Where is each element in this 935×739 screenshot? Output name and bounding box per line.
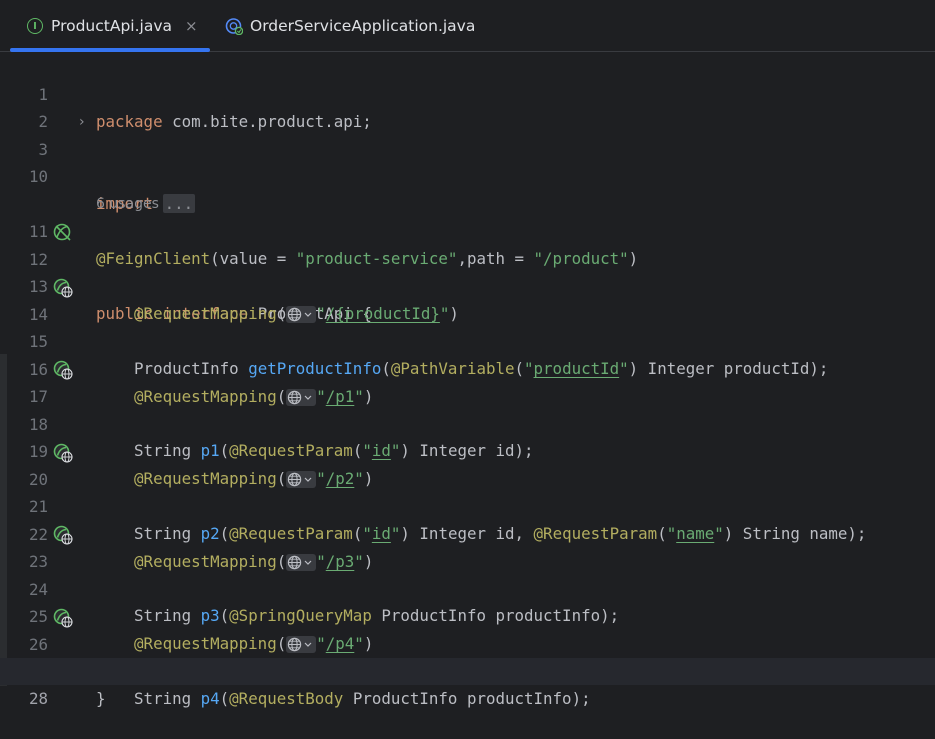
code-line: 15 <box>0 301 935 351</box>
annotation: @RequestBody <box>229 689 344 708</box>
endpoint-bean-icon[interactable] <box>53 278 73 298</box>
code-line: 11 @FeignClient(value = "product-service… <box>0 191 935 268</box>
code-text: ( <box>219 689 230 708</box>
tab-label: ProductApi.java <box>51 17 173 35</box>
code-line: 3 › import ... <box>0 109 935 213</box>
code-line: 12 public interface ProductApi { <box>0 219 935 323</box>
endpoint-bean-icon[interactable] <box>53 608 73 628</box>
code-line: 23 String p3(@SpringQueryMap ProductInfo… <box>0 521 935 625</box>
code-line: 17 String p1(@RequestParam("id") Integer… <box>0 356 935 460</box>
code-line: 20 String p2(@RequestParam("id") Integer… <box>0 439 935 543</box>
editor-tab-bar: I ProductApi.java × OrderServiceApplicat… <box>0 0 935 52</box>
tab-orderserviceapplication[interactable]: OrderServiceApplication.java <box>225 0 475 52</box>
code-line: 16 @RequestMapping("/p1") <box>0 329 935 406</box>
code-line: 2 <box>0 81 935 131</box>
endpoint-bean-icon[interactable] <box>53 360 73 380</box>
fold-expand-icon[interactable]: › <box>79 109 85 136</box>
code-text: String <box>134 689 201 708</box>
code-line: 27 } <box>0 631 935 708</box>
code-line: 19 @RequestMapping("/p2") <box>0 411 935 488</box>
line-number: 28 <box>28 689 48 708</box>
code-line: 18 <box>0 384 935 434</box>
current-line[interactable]: 28 <box>0 658 935 708</box>
code-line: 6 usages <box>0 164 935 212</box>
code-text: ProductInfo productInfo); <box>343 689 591 708</box>
closing-brace: } <box>96 689 106 708</box>
method-name: p4 <box>200 689 220 708</box>
close-icon[interactable]: × <box>185 17 198 35</box>
endpoint-bean-icon[interactable] <box>53 443 73 463</box>
code-line: 22 @RequestMapping("/p3") <box>0 494 935 571</box>
code-line: 24 <box>0 549 935 599</box>
tab-label: OrderServiceApplication.java <box>250 17 476 35</box>
code-line: 25 @RequestMapping("/p4") <box>0 576 935 653</box>
code-line: 14 ProductInfo getProductInfo(@PathVaria… <box>0 274 935 378</box>
code-line: 1 package com.bite.product.api; <box>0 54 935 131</box>
code-line: 13 @RequestMapping("/{productId}") <box>0 246 935 323</box>
spring-bean-icon[interactable] <box>53 223 73 243</box>
spring-boot-app-icon <box>225 18 243 35</box>
code-line: 26 String p4(@RequestBody ProductInfo pr… <box>0 604 935 708</box>
interface-icon: I <box>27 18 43 34</box>
endpoint-bean-icon[interactable] <box>53 525 73 545</box>
tab-productapi[interactable]: I ProductApi.java × <box>10 0 210 52</box>
code-line: 10 <box>0 136 935 186</box>
code-editor[interactable]: 1 package com.bite.product.api; 2 3 › im… <box>0 52 935 708</box>
code-line: 21 <box>0 466 935 516</box>
